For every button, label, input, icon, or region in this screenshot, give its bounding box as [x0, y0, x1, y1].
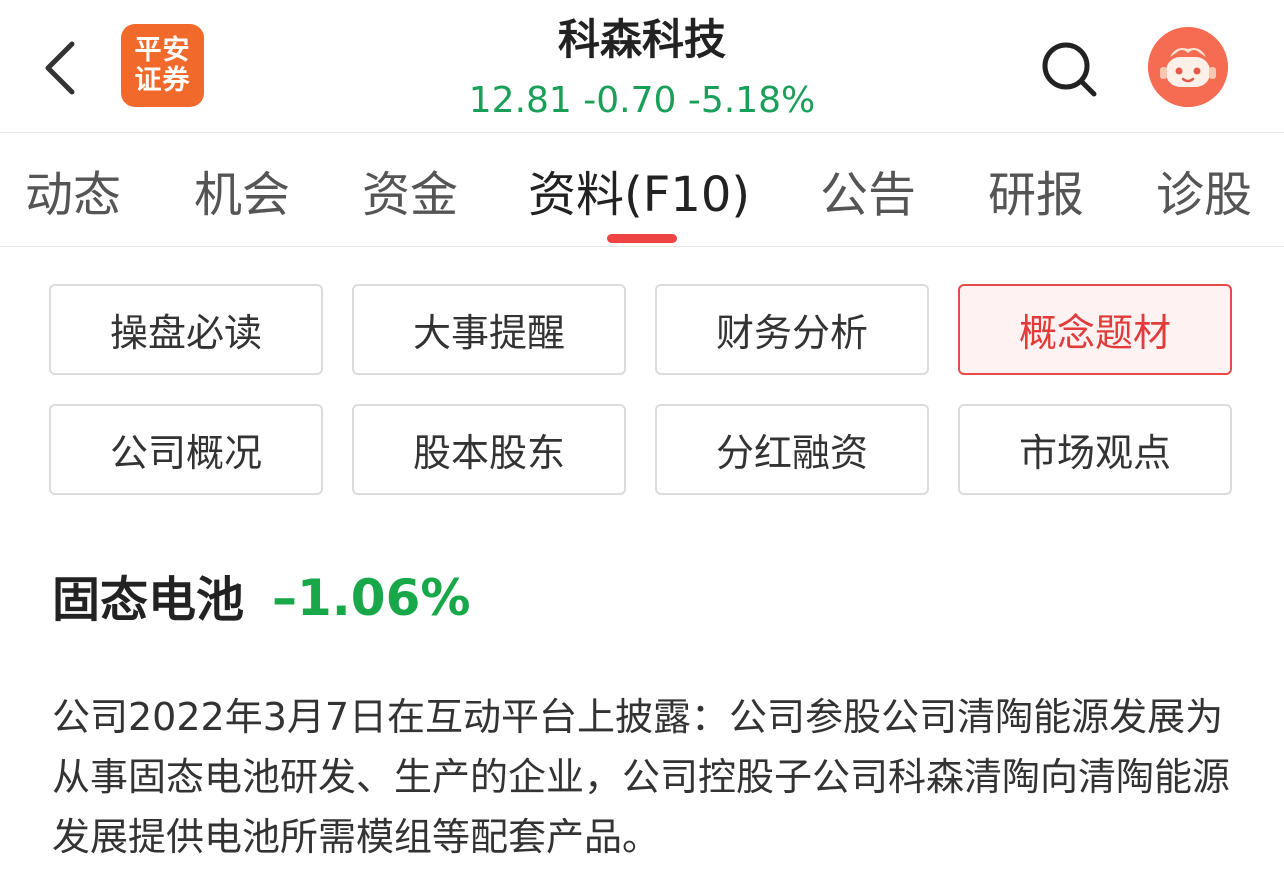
- search-button[interactable]: [1036, 36, 1102, 102]
- logo-text-line1: 平安: [134, 34, 191, 66]
- section-financial-analysis-button[interactable]: 财务分析: [655, 284, 929, 375]
- section-trading-essentials-button[interactable]: 操盘必读: [49, 284, 323, 375]
- concept-description: 公司2022年3月7日在互动平台上披露：公司参股公司清陶能源发展为从事固态电池研…: [52, 695, 1231, 859]
- search-icon: [1042, 42, 1097, 97]
- stock-name: 科森科技: [557, 15, 726, 64]
- tabs-divider: [0, 246, 1284, 247]
- tab-opportunities[interactable]: 机会: [194, 164, 290, 226]
- concept-name: 固态电池: [52, 572, 245, 628]
- assistant-avatar-button[interactable]: [1148, 27, 1228, 107]
- section-market-views-button[interactable]: 市场观点: [958, 404, 1232, 495]
- back-button[interactable]: [30, 28, 90, 108]
- logo-text-line2: 证券: [134, 64, 191, 96]
- section-concept-themes-button[interactable]: 概念题材: [958, 284, 1232, 375]
- tab-dynamics[interactable]: 动态: [25, 164, 121, 226]
- stock-header: 科森科技 12.81 -0.70 -5.18%: [342, 10, 942, 126]
- section-major-events-button[interactable]: 大事提醒: [352, 284, 626, 375]
- concept-change-percent: –1.06%: [272, 569, 471, 627]
- section-company-overview-button[interactable]: 公司概况: [49, 404, 323, 495]
- stock-quote: 12.81 -0.70 -5.18%: [468, 80, 816, 121]
- header-divider: [0, 132, 1284, 133]
- main-tabs: 动态 机会 资金 资料(F10) 公告 研报 诊股: [0, 134, 1284, 246]
- broker-logo: 平安 证券: [121, 24, 204, 107]
- tab-stock-diagnosis[interactable]: 诊股: [1156, 164, 1252, 226]
- tab-capital-flow[interactable]: 资金: [362, 164, 458, 226]
- tab-f10-profile[interactable]: 资料(F10): [528, 164, 750, 226]
- active-tab-indicator: [607, 234, 677, 243]
- tab-research-reports[interactable]: 研报: [988, 164, 1084, 226]
- header: 平安 证券 科森科技 12.81 -0.70 -5.18%: [0, 0, 1284, 132]
- tab-announcements[interactable]: 公告: [820, 164, 916, 226]
- section-shareholders-button[interactable]: 股本股东: [352, 404, 626, 495]
- section-dividends-financing-button[interactable]: 分红融资: [655, 404, 929, 495]
- assistant-avatar-icon: [1148, 27, 1228, 107]
- chevron-left-icon: [45, 41, 75, 95]
